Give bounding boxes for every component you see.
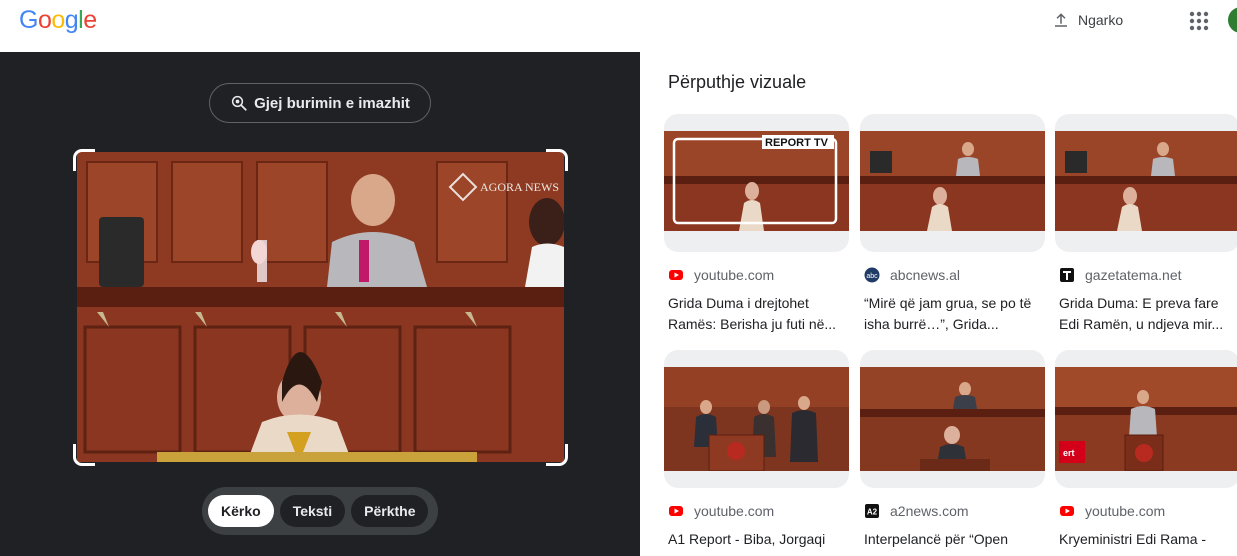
lens-search-icon bbox=[231, 95, 247, 111]
result-thumbnail[interactable]: ert bbox=[1055, 350, 1237, 488]
result-thumbnail[interactable] bbox=[664, 350, 849, 488]
apps-grid-icon[interactable] bbox=[1187, 9, 1211, 33]
result-thumbnail[interactable] bbox=[860, 350, 1045, 488]
thumb-image bbox=[860, 367, 1045, 471]
logo-letter: o bbox=[37, 6, 52, 34]
a2-icon: A2 bbox=[865, 504, 879, 518]
result-site: a2news.com bbox=[890, 503, 969, 519]
upload-label: Ngarko bbox=[1078, 12, 1124, 28]
mode-tabs: Kërko Teksti Përkthe bbox=[202, 487, 438, 535]
result-title[interactable]: Interpelancë për “Open bbox=[864, 529, 1044, 550]
result-site: youtube.com bbox=[1085, 503, 1166, 519]
find-image-source-button[interactable]: Gjej burimin e imazhit bbox=[209, 83, 431, 123]
result-site: abcnews.al bbox=[890, 267, 961, 283]
visual-matches-title: Përputhje vizuale bbox=[668, 72, 807, 92]
top-bar: Google Ngarko bbox=[0, 0, 1237, 52]
result-title[interactable]: “Mirë që jam grua, se po të isha burrë…”… bbox=[864, 293, 1044, 335]
logo-letter: g bbox=[64, 6, 79, 34]
upload-button[interactable]: Ngarko bbox=[1052, 6, 1123, 34]
result-thumbnail[interactable]: REPORT TV bbox=[664, 114, 849, 252]
youtube-icon bbox=[1060, 506, 1074, 516]
logo-letter: e bbox=[83, 6, 97, 34]
tab-translate[interactable]: Përkthe bbox=[351, 495, 429, 527]
tab-search[interactable]: Kërko bbox=[208, 495, 274, 527]
result-title[interactable]: Kryeministri Edi Rama - bbox=[1059, 529, 1237, 550]
result-card[interactable]: A2 a2news.com Interpelancë për “Open bbox=[860, 350, 1045, 550]
result-site: youtube.com bbox=[694, 267, 775, 283]
thumb-image bbox=[1055, 131, 1237, 231]
result-title[interactable]: Grida Duma i drejtohet Ramës: Berisha ju… bbox=[668, 293, 848, 335]
svg-text:ert: ert bbox=[1063, 448, 1075, 458]
result-card[interactable]: REPORT TV youtube.com Grida Duma i drejt… bbox=[664, 114, 849, 335]
svg-text:abc: abc bbox=[866, 273, 878, 280]
result-title[interactable]: A1 Report - Biba, Jorgaqi bbox=[668, 529, 848, 550]
result-card[interactable]: abc abcnews.al “Mirë që jam grua, se po … bbox=[860, 114, 1045, 335]
uploaded-image[interactable]: AGORA NEWS bbox=[77, 152, 564, 462]
crop-handle-bottom-right[interactable] bbox=[546, 444, 568, 466]
result-thumbnail[interactable] bbox=[860, 114, 1045, 252]
google-logo[interactable]: Google bbox=[19, 6, 97, 35]
result-site: gazetatema.net bbox=[1085, 267, 1182, 283]
account-avatar[interactable] bbox=[1228, 7, 1237, 33]
svg-text:A2: A2 bbox=[867, 508, 878, 517]
thumb-image bbox=[664, 367, 849, 471]
find-source-label: Gjej burimin e imazhit bbox=[254, 94, 410, 112]
upload-icon bbox=[1055, 13, 1067, 27]
logo-letter: o bbox=[51, 6, 65, 34]
crop-handle-bottom-left[interactable] bbox=[73, 444, 95, 466]
parliament-scene: AGORA NEWS bbox=[77, 152, 564, 462]
result-title[interactable]: Grida Duma: E preva fare Edi Ramën, u nd… bbox=[1059, 293, 1237, 335]
abc-icon: abc bbox=[864, 267, 880, 283]
result-card[interactable]: ert youtube.com Kryeministri Edi Rama - bbox=[1055, 350, 1237, 550]
result-card[interactable]: youtube.com A1 Report - Biba, Jorgaqi bbox=[664, 350, 849, 550]
thumb-image: ert bbox=[1055, 367, 1237, 471]
tema-icon bbox=[1060, 268, 1074, 282]
crop-handle-top-right[interactable] bbox=[546, 149, 568, 171]
tab-text[interactable]: Teksti bbox=[279, 495, 346, 527]
image-preview-panel: Gjej burimin e imazhit AGORA NEWS Kërko … bbox=[0, 52, 640, 556]
results-panel: Përputhje vizuale REPORT TV youtube.com … bbox=[640, 52, 1237, 556]
result-thumbnail[interactable] bbox=[1055, 114, 1237, 252]
report-tv-logo-text: REPORT TV bbox=[765, 137, 829, 149]
watermark-text: AGORA NEWS bbox=[480, 180, 559, 194]
thumb-image bbox=[860, 131, 1045, 231]
result-site: youtube.com bbox=[694, 503, 775, 519]
logo-letter: G bbox=[19, 6, 38, 34]
youtube-icon bbox=[669, 270, 683, 280]
thumb-image: REPORT TV bbox=[664, 131, 849, 231]
youtube-icon bbox=[669, 506, 683, 516]
crop-handle-top-left[interactable] bbox=[73, 149, 95, 171]
result-card[interactable]: gazetatema.net Grida Duma: E preva fare … bbox=[1055, 114, 1237, 335]
